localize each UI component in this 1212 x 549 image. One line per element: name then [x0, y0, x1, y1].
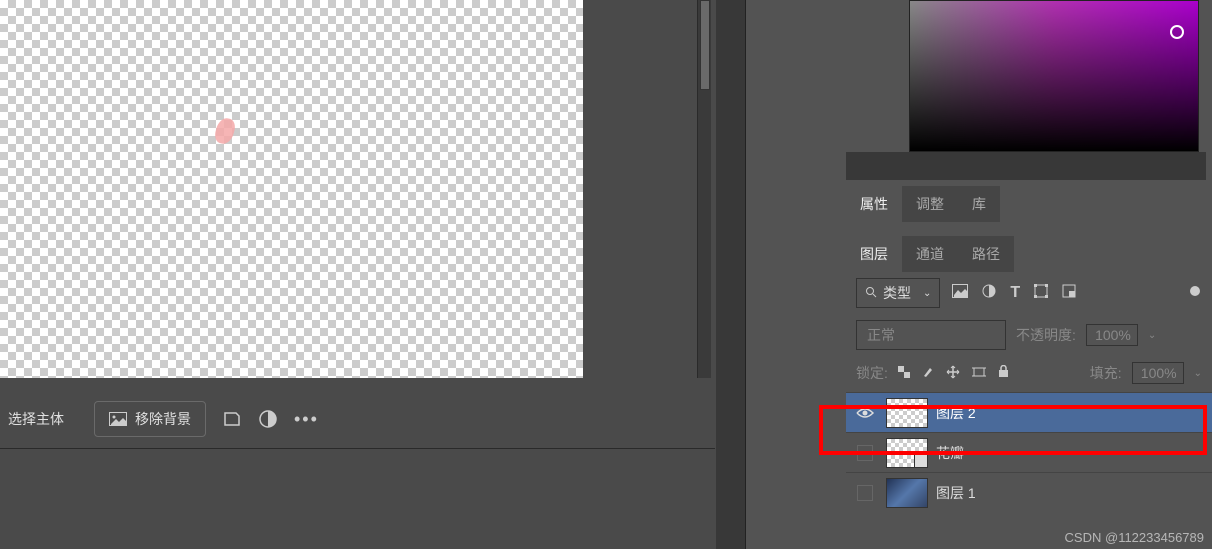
color-picker[interactable] — [909, 0, 1199, 152]
tab-paths[interactable]: 路径 — [958, 236, 1014, 272]
type-label: 类型 — [883, 283, 911, 303]
transform-icon[interactable] — [222, 410, 242, 428]
collapsed-dock[interactable] — [716, 0, 746, 549]
layer-filter-type-dropdown[interactable]: 类型 ⌄ — [856, 278, 940, 308]
layer-thumbnail[interactable] — [886, 438, 928, 468]
panel-tabs-2: 图层 通道 路径 — [846, 236, 1014, 272]
opacity-label: 不透明度: — [1016, 325, 1076, 345]
filter-adjustment-icon[interactable] — [982, 284, 996, 303]
remove-background-button[interactable]: 移除背景 — [94, 401, 206, 437]
search-icon — [865, 285, 877, 301]
color-panel-footer — [846, 152, 1206, 180]
blend-mode-dropdown[interactable]: 正常 — [856, 320, 1006, 350]
image-icon — [109, 412, 127, 426]
lock-pixels-icon[interactable] — [922, 365, 934, 382]
layer-item[interactable]: 图层 1 — [846, 472, 1212, 512]
filter-shape-icon[interactable] — [1034, 284, 1048, 303]
layer-name[interactable]: 图层 1 — [936, 483, 976, 503]
layers-panel: 类型 ⌄ T 正常 不透明度: 100% ⌄ 锁定: — [846, 272, 1212, 512]
lock-position-icon[interactable] — [946, 365, 960, 382]
panel-tabs-1: 属性 调整 库 — [846, 186, 1000, 222]
visibility-toggle[interactable] — [852, 407, 878, 419]
layer-name[interactable]: 花瓣 — [936, 443, 964, 463]
tab-adjustments[interactable]: 调整 — [902, 186, 958, 222]
layer-list: 图层 2 花瓣 图层 1 — [846, 392, 1212, 512]
brush-stroke — [213, 116, 237, 146]
tab-libraries[interactable]: 库 — [958, 186, 1000, 222]
fill-label: 填充: — [1090, 363, 1122, 383]
chevron-down-icon[interactable]: ⌄ — [1148, 330, 1156, 341]
select-subject-button[interactable]: 选择主体 — [8, 401, 78, 437]
vertical-scrollbar[interactable] — [697, 0, 711, 378]
layer-thumbnail[interactable] — [886, 478, 928, 508]
scrollbar-thumb[interactable] — [700, 0, 710, 90]
filter-toggle-icon[interactable] — [1188, 284, 1202, 303]
lock-artboard-icon[interactable] — [972, 365, 986, 382]
options-bar: 选择主体 移除背景 ••• — [0, 395, 327, 443]
more-icon[interactable]: ••• — [294, 409, 319, 430]
visibility-toggle[interactable] — [852, 445, 878, 461]
layer-item[interactable]: 图层 2 — [846, 392, 1212, 432]
filter-pixel-icon[interactable] — [952, 284, 968, 303]
lock-transparency-icon[interactable] — [898, 365, 910, 382]
visibility-toggle[interactable] — [852, 485, 878, 501]
layer-thumbnail[interactable] — [886, 398, 928, 428]
layer-name[interactable]: 图层 2 — [936, 403, 976, 423]
lock-label: 锁定: — [856, 363, 888, 383]
tab-properties[interactable]: 属性 — [846, 186, 902, 222]
circle-half-icon[interactable] — [258, 409, 278, 429]
divider — [0, 448, 715, 449]
filter-type-icon[interactable]: T — [1010, 284, 1020, 303]
chevron-down-icon: ⌄ — [923, 288, 931, 299]
canvas[interactable] — [0, 0, 583, 378]
filter-smart-icon[interactable] — [1062, 284, 1076, 303]
panels-area: 属性 调整 库 图层 通道 路径 类型 ⌄ T 正常 不透明度: — [746, 0, 1212, 549]
tab-channels[interactable]: 通道 — [902, 236, 958, 272]
color-cursor[interactable] — [1170, 25, 1184, 39]
opacity-input[interactable]: 100% — [1086, 324, 1138, 346]
lock-all-icon[interactable] — [998, 365, 1009, 382]
watermark: CSDN @112233456789 — [1065, 530, 1204, 545]
tab-layers[interactable]: 图层 — [846, 236, 902, 272]
chevron-down-icon[interactable]: ⌄ — [1194, 368, 1202, 379]
fill-input[interactable]: 100% — [1132, 362, 1184, 384]
layer-item[interactable]: 花瓣 — [846, 432, 1212, 472]
remove-background-label: 移除背景 — [135, 409, 191, 429]
